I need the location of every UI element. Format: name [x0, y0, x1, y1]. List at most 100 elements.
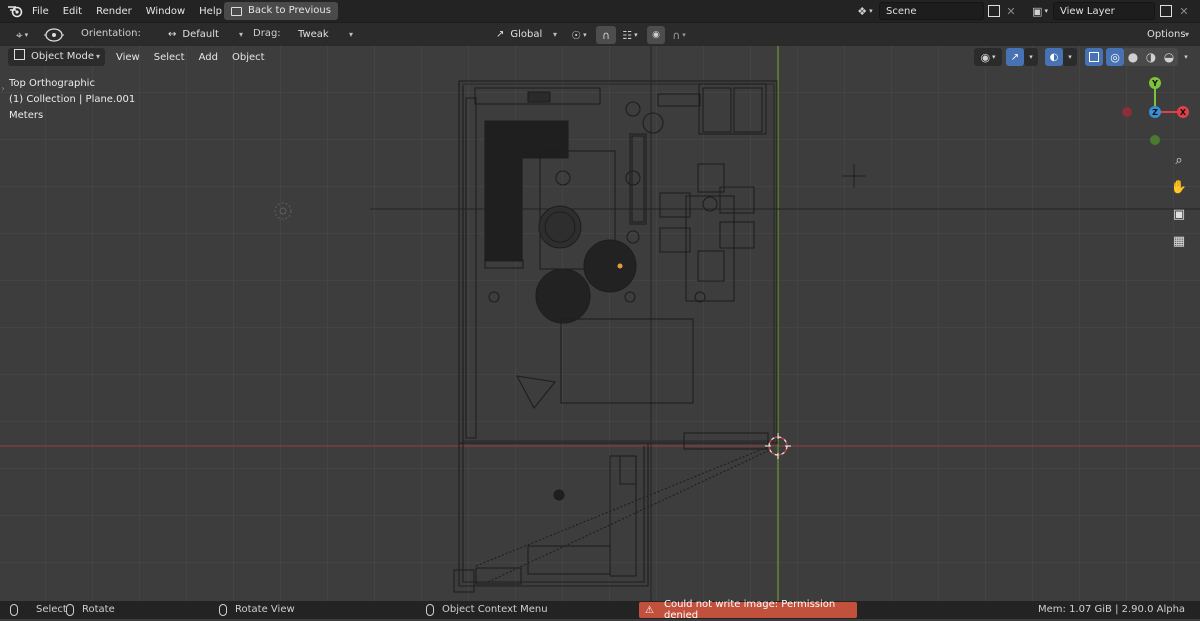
- chevron-down-icon: ▾: [348, 30, 353, 39]
- grid-icon[interactable]: ▦: [1168, 230, 1190, 252]
- copy-icon[interactable]: [1158, 3, 1174, 19]
- menu-file[interactable]: File: [25, 6, 56, 17]
- pivot-point-icon[interactable]: ☉ ▾: [566, 26, 592, 44]
- chevron-down-icon: ▾: [95, 52, 100, 61]
- view-layer-name: View Layer: [1060, 6, 1115, 17]
- gizmo-y-axis[interactable]: Y: [1149, 77, 1161, 89]
- drag-label: Drag:: [253, 28, 281, 39]
- back-to-previous-button[interactable]: Back to Previous: [224, 2, 338, 20]
- menu-render[interactable]: Render: [89, 6, 139, 17]
- object-mode-dropdown[interactable]: Object Mode ▾: [8, 48, 105, 66]
- gizmo-neg-y-axis[interactable]: [1150, 135, 1160, 145]
- 3d-viewport[interactable]: Object Mode ▾ View Select Add Object ◉ ▾ …: [0, 46, 1200, 601]
- wireframe-shading-icon[interactable]: ◎: [1106, 48, 1124, 66]
- magnet-icon[interactable]: ∩: [596, 26, 616, 44]
- status-bar: Select Rotate Rotate View Object Context…: [0, 599, 1200, 621]
- cursor-tool-icon[interactable]: ⌖ ▾: [8, 26, 36, 44]
- menu-add[interactable]: Add: [192, 52, 225, 63]
- xray-icon[interactable]: [1085, 48, 1103, 66]
- material-shading-icon[interactable]: ◑: [1142, 48, 1160, 66]
- gizmo-neg-x-axis[interactable]: [1122, 107, 1132, 117]
- status-rotate-view: Rotate View: [219, 603, 295, 617]
- view-layer-field[interactable]: View Layer: [1053, 2, 1155, 20]
- status-rotate-view-label: Rotate View: [235, 604, 295, 615]
- status-select: Select: [10, 603, 67, 617]
- viewport-canvas[interactable]: [0, 46, 1200, 601]
- status-rotate-label: Rotate: [82, 604, 115, 615]
- orientation-value: Default: [182, 29, 219, 40]
- rendered-shading-icon[interactable]: ◒: [1160, 48, 1178, 66]
- view-name: Top Orthographic: [9, 78, 95, 89]
- viewport-header: Object Mode ▾ View Select Add Object ◉ ▾ …: [0, 46, 1200, 68]
- back-to-previous-label: Back to Previous: [248, 5, 331, 16]
- navigation-gizmo[interactable]: Y X Z: [1118, 74, 1194, 150]
- viewport-grid: [0, 46, 1200, 601]
- options-dropdown[interactable]: Options ▾: [1141, 26, 1194, 44]
- object-mode-icon: [14, 49, 25, 60]
- units-label: Meters: [9, 110, 44, 121]
- overlay-dropdown-icon[interactable]: ▾: [1063, 48, 1077, 66]
- snap-icon[interactable]: ☷ ▾: [617, 26, 643, 44]
- proportional-edit-icon[interactable]: ◉: [647, 26, 665, 44]
- menu-object[interactable]: Object: [225, 52, 272, 63]
- chevron-down-icon: ▾: [1184, 30, 1189, 39]
- gizmo-icon[interactable]: ↗: [1006, 48, 1024, 66]
- tool-settings-bar: ⌖ ▾ Orientation: ↔ Default ▾ Drag: Tweak ▾…: [0, 22, 1200, 46]
- hand-pan-icon[interactable]: ✋: [1168, 176, 1190, 198]
- main-menu: File Edit Render Window Help: [25, 0, 229, 22]
- view-layer-icon[interactable]: ▣ ▾: [1028, 3, 1052, 19]
- toolbar-toggle-icon[interactable]: ›: [0, 82, 6, 94]
- menu-edit[interactable]: Edit: [56, 6, 89, 17]
- viewport-info-overlay: Top Orthographic (1) Collection | Plane.…: [9, 76, 135, 124]
- scene-field[interactable]: Scene: [879, 2, 984, 20]
- shading-dropdown-icon[interactable]: ▾: [1179, 48, 1193, 66]
- memory-version-info: Mem: 1.07 GiB | 2.90.0 Alpha: [1038, 604, 1186, 615]
- viewport-menu: View Select Add Object: [109, 48, 272, 66]
- gizmo-x-axis[interactable]: X: [1177, 106, 1189, 118]
- transform-space-value: Global: [510, 29, 543, 40]
- orientation-label: Orientation:: [81, 28, 141, 39]
- status-context-menu: Object Context Menu: [426, 603, 548, 617]
- falloff-icon[interactable]: ∩ ▾: [667, 26, 691, 44]
- back-icon: [231, 6, 242, 16]
- menu-select[interactable]: Select: [147, 52, 192, 63]
- close-icon[interactable]: ✕: [1004, 3, 1018, 19]
- overlay-icon[interactable]: ◐: [1045, 48, 1063, 66]
- error-message: Could not write image: Permission denied: [663, 599, 836, 621]
- status-select-label: Select: [36, 604, 67, 615]
- drag-dropdown[interactable]: Tweak ▾: [292, 26, 358, 44]
- pivot-icon[interactable]: [43, 25, 65, 45]
- close-icon[interactable]: ✕: [1177, 3, 1191, 19]
- drag-value: Tweak: [298, 29, 329, 40]
- gizmo-z-axis[interactable]: Z: [1149, 106, 1161, 118]
- transform-space-dropdown[interactable]: ↗ Global ▾: [490, 26, 562, 44]
- options-label: Options: [1147, 29, 1186, 40]
- copy-icon[interactable]: [986, 3, 1002, 19]
- mouse-right-icon: [219, 604, 227, 616]
- scene-name: Scene: [886, 6, 917, 17]
- mouse-right-icon: [426, 604, 434, 616]
- top-menu-bar: File Edit Render Window Help Back to Pre…: [0, 0, 1200, 22]
- solid-shading-icon[interactable]: ●: [1124, 48, 1142, 66]
- orientation-dropdown[interactable]: ↔ Default ▾: [162, 26, 248, 44]
- menu-view[interactable]: View: [109, 52, 147, 63]
- gizmo-dropdown-icon[interactable]: ▾: [1024, 48, 1038, 66]
- chevron-down-icon: ▾: [238, 30, 243, 39]
- collection-info: (1) Collection | Plane.001: [9, 94, 136, 105]
- warning-icon: ⚠: [645, 604, 654, 616]
- status-context-menu-label: Object Context Menu: [442, 604, 548, 615]
- status-rotate: Rotate: [66, 603, 115, 617]
- orientation-icon: ↔: [168, 29, 177, 40]
- chevron-down-icon: ▾: [552, 30, 557, 39]
- object-mode-value: Object Mode: [31, 51, 94, 62]
- camera-icon[interactable]: ▣: [1168, 203, 1190, 225]
- visibility-icon[interactable]: ◉ ▾: [974, 48, 1002, 66]
- blender-logo-icon[interactable]: [6, 3, 24, 19]
- mouse-left-icon: [10, 604, 18, 616]
- scene-icon[interactable]: ❖ ▾: [853, 3, 877, 19]
- zoom-icon[interactable]: ⌕: [1168, 149, 1190, 171]
- transform-space-icon: ↗: [496, 29, 505, 40]
- mouse-middle-icon: [66, 604, 74, 616]
- menu-window[interactable]: Window: [139, 6, 192, 17]
- error-report-banner[interactable]: ⚠ Could not write image: Permission deni…: [639, 599, 857, 621]
